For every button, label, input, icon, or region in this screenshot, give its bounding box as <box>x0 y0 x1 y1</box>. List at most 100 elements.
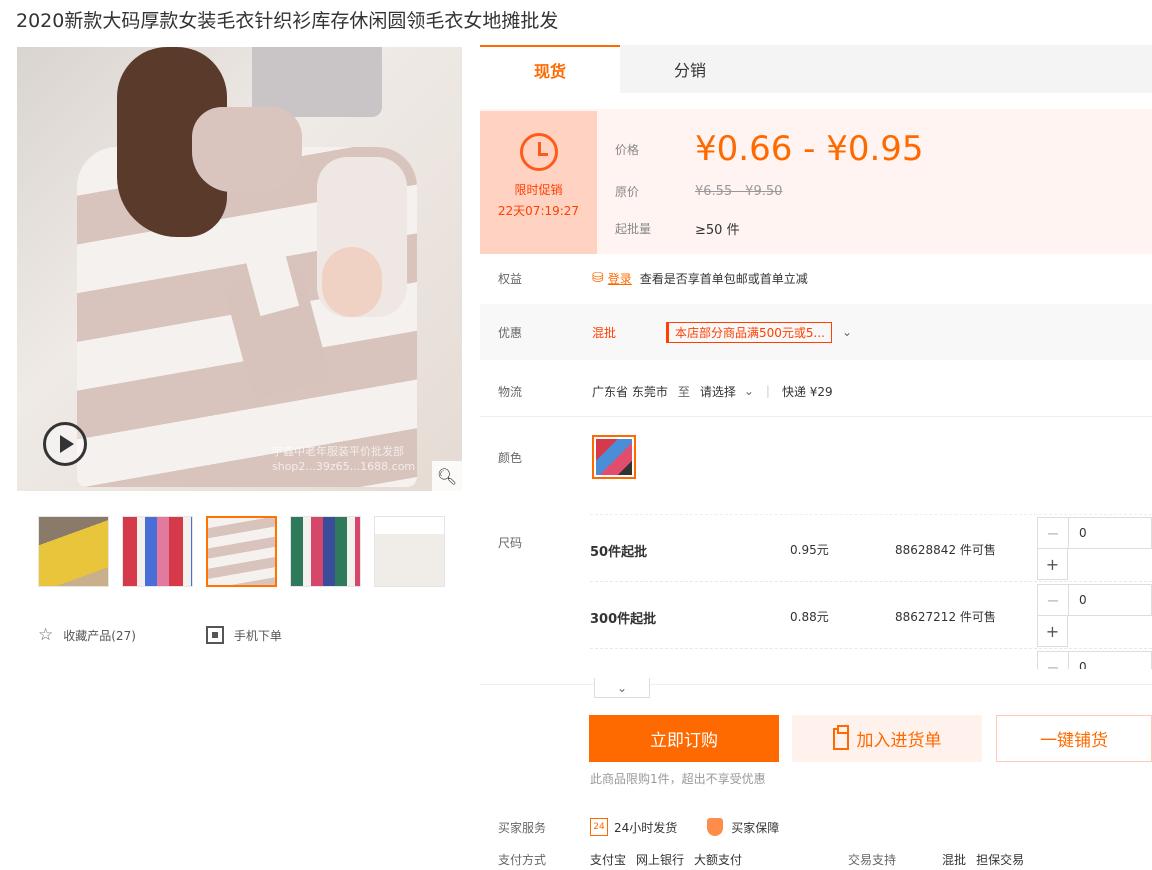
decrease-button[interactable]: − <box>1038 652 1069 669</box>
price-rows: 价格 ¥0.66 - ¥0.95 原价 ¥6.55 - ¥9.50 起批量 ≥5… <box>615 109 924 247</box>
purchase-tabs: 现货 分销 <box>480 45 1152 93</box>
ship-from: 广东省 东莞市 <box>592 384 668 399</box>
qr-code-icon <box>205 626 224 644</box>
payment-label: 支付方式 <box>498 853 547 867</box>
chevron-down-icon: ⌄ <box>616 680 628 695</box>
divider-line <box>480 684 1152 685</box>
coupon-icon: ⛁ <box>592 270 604 286</box>
add-to-cart-button[interactable]: 加入进货单 <box>792 715 982 762</box>
buy-now-button[interactable]: 立即订购 <box>589 715 779 762</box>
promo-badge: 限时促销 22天07:19:27 <box>480 111 597 254</box>
quantity-stepper: − 0 + <box>1037 584 1152 647</box>
to-label: 至 <box>677 384 690 399</box>
quantity-stepper: − 0 <box>1037 651 1152 669</box>
size-row: − 0 <box>590 649 1152 669</box>
size-stock: 88627212 件可售 <box>895 610 996 624</box>
left-actions: ☆ 收藏产品(27) 手机下单 <box>38 625 352 645</box>
clipboard-icon <box>832 724 849 750</box>
watermark-line1: 宇鑫中老年服装平价批发部 <box>272 445 404 458</box>
chevron-down-icon[interactable]: ⌄ <box>842 325 852 339</box>
star-icon: ☆ <box>38 625 54 645</box>
logistics-row: 物流 广东省 东莞市 至 请选择 ⌄ | 快递 ¥29 <box>480 366 1152 416</box>
color-row: 颜色 <box>480 432 1152 482</box>
thumbnail-strip <box>38 516 445 587</box>
services-label: 买家服务 <box>498 820 547 835</box>
color-swatch[interactable] <box>592 435 636 479</box>
trade-method: 担保交易 <box>976 853 1025 867</box>
product-title: 2020新款大码厚款女装毛衣针织衫库存休闲圆领毛衣女地摊批发 <box>16 10 559 32</box>
rights-label: 权益 <box>498 271 523 286</box>
zoom-button[interactable]: 🔍︎ <box>432 461 462 491</box>
mixed-batch-tag: 混批 <box>592 325 617 340</box>
ship-to-select[interactable]: 请选择 <box>700 383 736 400</box>
increase-button[interactable]: + <box>1037 549 1068 580</box>
magnifier-icon: 🔍︎ <box>436 466 458 486</box>
login-link[interactable]: 登录 <box>608 270 632 287</box>
play-icon <box>60 435 74 453</box>
mobile-order-action[interactable]: 手机下单 <box>205 626 282 644</box>
rights-row: 权益 ⛁ 登录 查看是否享首单包邮或首单立减 <box>480 254 1152 302</box>
moq-value: ≥50 件 <box>695 223 740 238</box>
thumbnail-3[interactable] <box>206 516 277 587</box>
thumbnail-2[interactable] <box>122 516 193 587</box>
thumbnail-5[interactable] <box>374 516 445 587</box>
price-box: 限时促销 22天07:19:27 价格 ¥0.66 - ¥0.95 原价 ¥6.… <box>480 109 1152 254</box>
quantity-input[interactable]: 0 <box>1069 518 1151 548</box>
collar-graphic <box>192 107 302 192</box>
favorite-action[interactable]: ☆ 收藏产品(27) <box>38 625 136 645</box>
express-fee: 快递 ¥29 <box>781 384 833 399</box>
favorite-label: 收藏产品(27) <box>63 628 136 643</box>
alarm-clock-icon <box>519 133 558 171</box>
discount-row: 优惠 混批 本店部分商品满500元或5... ⌄ <box>480 304 1152 360</box>
size-table: 50件起批 0.95元 88628842 件可售 − 0 + 300件起批 0.… <box>590 514 1152 669</box>
original-price-range: ¥6.55 - ¥9.50 <box>695 184 783 199</box>
size-stock: 88628842 件可售 <box>895 543 996 557</box>
discount-label: 优惠 <box>498 325 523 340</box>
color-label: 颜色 <box>498 450 523 465</box>
thumbnail-4[interactable] <box>290 516 361 587</box>
logistics-label: 物流 <box>498 384 523 399</box>
payment-method: 大额支付 <box>694 853 743 867</box>
trade-method: 混批 <box>942 853 967 867</box>
mobile-order-label: 手机下单 <box>233 628 282 643</box>
main-product-image[interactable]: 宇鑫中老年服装平价批发部 shop2...39z65...1688.com 🔍︎ <box>17 47 462 491</box>
promo-label: 限时促销 <box>514 183 563 197</box>
decrease-button[interactable]: − <box>1038 585 1069 615</box>
24h-icon: 24 <box>590 818 608 836</box>
price-label: 价格 <box>615 142 640 157</box>
increase-button[interactable]: + <box>1037 616 1068 647</box>
size-price: 0.95元 <box>790 543 829 557</box>
payment-row: 支付方式 支付宝 网上银行 大额支付 交易支持 混批 担保交易 <box>498 851 1034 868</box>
size-name: 300件起批 <box>590 612 657 627</box>
add-to-cart-label: 加入进货单 <box>856 731 942 751</box>
size-row: 300件起批 0.88元 88627212 件可售 − 0 + <box>590 582 1152 649</box>
coupon-tag[interactable]: 本店部分商品满500元或5... <box>666 321 832 343</box>
original-price-row: 原价 ¥6.55 - ¥9.50 <box>615 173 924 210</box>
size-label: 尺码 <box>498 536 523 550</box>
divider-line <box>480 416 1152 417</box>
tab-spot[interactable]: 现货 <box>480 45 620 93</box>
quantity-stepper: − 0 + <box>1037 517 1152 580</box>
buyer-guarantee[interactable]: 买家保障 <box>731 819 779 836</box>
decrease-button[interactable]: − <box>1038 518 1069 548</box>
rights-text: 查看是否享首单包邮或首单立减 <box>639 271 808 286</box>
payment-method: 支付宝 <box>590 853 627 867</box>
original-price-label: 原价 <box>615 185 640 199</box>
divider: | <box>765 384 770 398</box>
quantity-input[interactable]: 0 <box>1069 652 1151 669</box>
size-name: 50件起批 <box>590 545 648 560</box>
thumbnail-1[interactable] <box>38 516 109 587</box>
image-watermark: 宇鑫中老年服装平价批发部 shop2...39z65...1688.com <box>272 445 415 475</box>
dropship-button[interactable]: 一键铺货 <box>996 715 1152 762</box>
ship-24h[interactable]: 24小时发货 <box>614 819 677 836</box>
hand-graphic <box>322 247 382 317</box>
color-swatch-image <box>596 439 632 475</box>
play-video-button[interactable] <box>43 422 87 466</box>
promo-countdown: 22天07:19:27 <box>497 204 580 218</box>
limit-note: 此商品限购1件，超出不享受优惠 <box>590 772 766 786</box>
tab-distribution[interactable]: 分销 <box>620 45 760 93</box>
expand-sizes-button[interactable]: ⌄ <box>594 678 650 698</box>
chevron-down-icon[interactable]: ⌄ <box>744 384 754 398</box>
size-price: 0.88元 <box>790 610 829 624</box>
quantity-input[interactable]: 0 <box>1069 585 1151 615</box>
